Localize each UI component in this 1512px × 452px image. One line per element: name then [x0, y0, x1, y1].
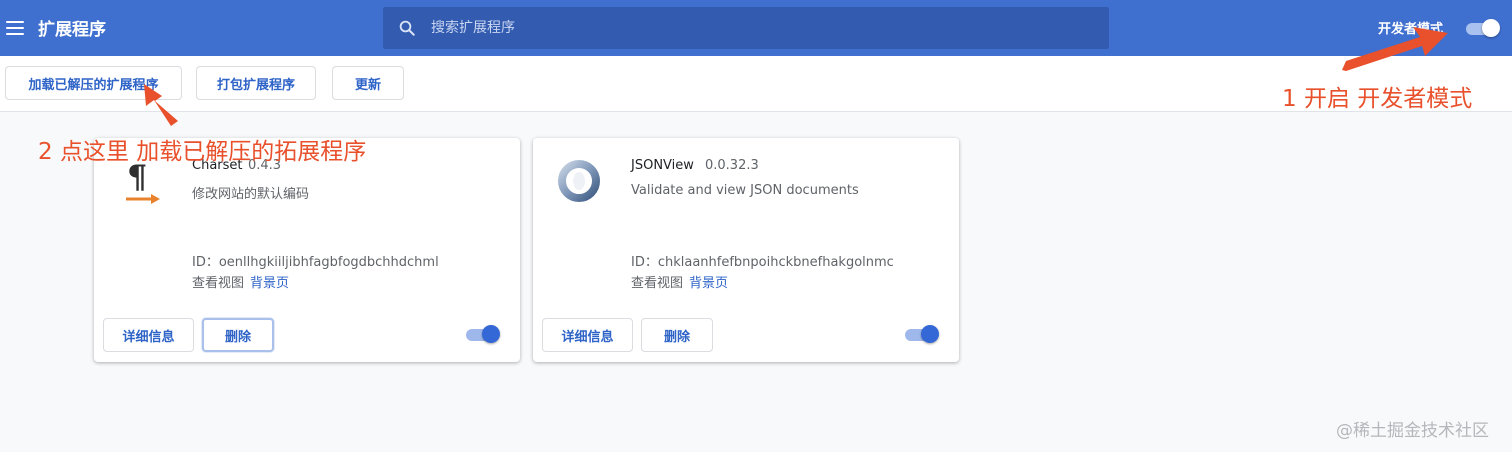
jsonview-icon [558, 160, 600, 202]
extension-card-charset: ¶ Charset 0.4.3 修改网站的默认编码 ID：oenllhgkiil… [94, 138, 520, 362]
details-button[interactable]: 详细信息 [542, 318, 633, 352]
load-unpacked-button[interactable]: 加载已解压的扩展程序 [5, 66, 182, 100]
background-page-link[interactable]: 背景页 [250, 276, 289, 291]
pack-extension-button[interactable]: 打包扩展程序 [196, 66, 316, 100]
extension-card-jsonview: JSONView 0.0.32.3 Validate and view JSON… [533, 138, 959, 362]
dev-mode-toggle[interactable] [1466, 18, 1500, 38]
extension-description: 修改网站的默认编码 [192, 187, 310, 202]
annotation-step2: 2 点这里 加载已解压的拓展程序 [38, 139, 367, 165]
remove-button[interactable]: 删除 [641, 318, 713, 352]
details-button[interactable]: 详细信息 [103, 318, 194, 352]
search-input[interactable] [431, 17, 1091, 39]
app-header: 扩展程序 开发者模式 [0, 0, 1512, 56]
inspect-views-label: 查看视图 [631, 276, 684, 291]
inspect-views-label: 查看视图 [192, 276, 245, 291]
inspect-views: 查看视图 背景页 [192, 272, 289, 291]
extension-description: Validate and view JSON documents [631, 183, 859, 198]
extension-version: 0.0.32.3 [705, 158, 759, 173]
menu-icon[interactable] [5, 17, 25, 39]
background-page-link[interactable]: 背景页 [689, 276, 728, 291]
remove-button[interactable]: 删除 [202, 318, 274, 352]
extension-id: ID：chklaanhfefbnpoihckbnefhakgolnmc [631, 255, 894, 270]
watermark: @稀土掘金技术社区 [1336, 421, 1489, 441]
extension-id: ID：oenllhgkiiljibhfagbfogdbchhdchml [192, 255, 439, 270]
search-icon [399, 20, 415, 36]
extension-name: JSONView [631, 158, 694, 173]
update-button[interactable]: 更新 [332, 66, 404, 100]
dev-mode-label: 开发者模式 [1378, 22, 1444, 37]
enable-toggle[interactable] [905, 325, 941, 345]
search-box[interactable] [383, 7, 1109, 49]
page-title: 扩展程序 [38, 20, 106, 40]
inspect-views: 查看视图 背景页 [631, 272, 728, 291]
enable-toggle[interactable] [466, 325, 502, 345]
annotation-step1: 1 开启 开发者模式 [1282, 86, 1473, 112]
